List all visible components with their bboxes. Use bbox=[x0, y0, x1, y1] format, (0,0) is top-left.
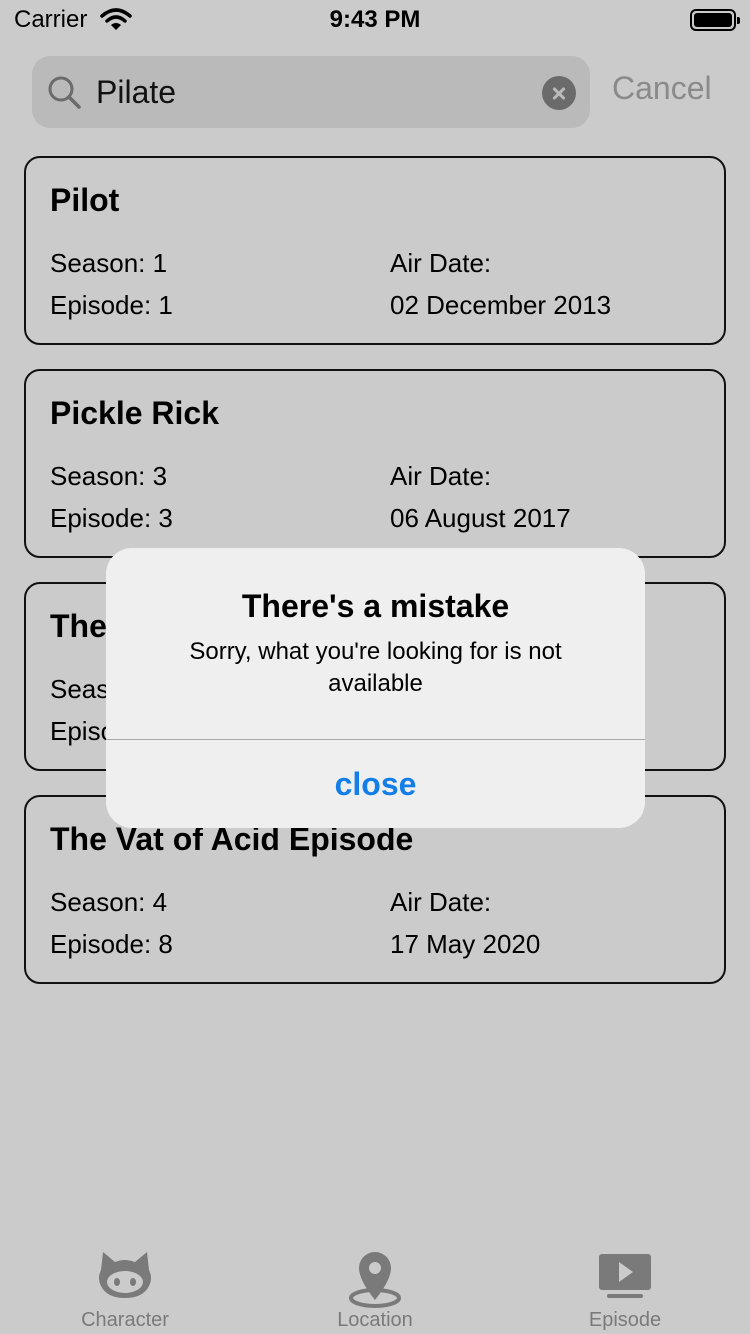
alert-message: Sorry, what you're looking for is not av… bbox=[189, 638, 562, 697]
episode-title: Pilot bbox=[50, 182, 120, 218]
alert-close-button[interactable]: close bbox=[106, 740, 645, 828]
github-cat-icon bbox=[97, 1248, 153, 1304]
location-pin-icon bbox=[347, 1248, 403, 1308]
season-label: Season: 1 bbox=[50, 248, 168, 278]
air-date-label: Air Date: bbox=[390, 887, 492, 917]
air-date-label: Air Date: bbox=[390, 248, 492, 278]
season-label: Seas bbox=[50, 674, 110, 704]
search-bar[interactable]: Pilate bbox=[32, 56, 590, 128]
episode-title: The bbox=[50, 608, 107, 644]
episode-number-label: Episode: 3 bbox=[50, 503, 173, 533]
season-label: Season: 4 bbox=[50, 887, 168, 917]
alert-title: There's a mistake bbox=[241, 588, 510, 624]
tab-episode[interactable]: Episode bbox=[500, 1236, 750, 1334]
search-input[interactable]: Pilate bbox=[96, 74, 176, 111]
air-date-value: 02 December 2013 bbox=[390, 290, 612, 320]
battery-icon bbox=[690, 9, 740, 31]
air-date-value: 17 May 2020 bbox=[390, 929, 541, 959]
episode-title: Pickle Rick bbox=[50, 395, 219, 431]
search-icon bbox=[46, 74, 82, 110]
season-label: Season: 3 bbox=[50, 461, 168, 491]
episode-card[interactable]: Pilot Season: 1 Episode: 1 Air Date: 02 … bbox=[24, 156, 726, 345]
air-date-label: Air Date: bbox=[390, 461, 492, 491]
episode-card[interactable]: Pickle Rick Season: 3 Episode: 3 Air Dat… bbox=[24, 369, 726, 558]
tab-location[interactable]: Location bbox=[250, 1236, 500, 1334]
tab-character[interactable]: Character bbox=[0, 1236, 250, 1334]
tab-bar: Character Location Episode bbox=[0, 1236, 750, 1334]
error-alert: There's a mistake Sorry, what you're loo… bbox=[106, 548, 645, 828]
tv-play-icon bbox=[597, 1248, 653, 1304]
air-date-value: 06 August 2017 bbox=[390, 503, 571, 533]
tab-label: Character bbox=[81, 1309, 169, 1331]
tab-label: Location bbox=[337, 1309, 413, 1331]
cancel-button[interactable]: Cancel bbox=[612, 70, 712, 107]
status-time: 9:43 PM bbox=[329, 6, 421, 33]
episode-number-label: Episode: 1 bbox=[50, 290, 173, 320]
status-bar: Carrier 9:43 PM bbox=[0, 0, 750, 40]
clear-search-icon[interactable] bbox=[542, 76, 576, 110]
episode-number-label: Episode: 8 bbox=[50, 929, 173, 959]
tab-label: Episode bbox=[588, 1309, 662, 1331]
